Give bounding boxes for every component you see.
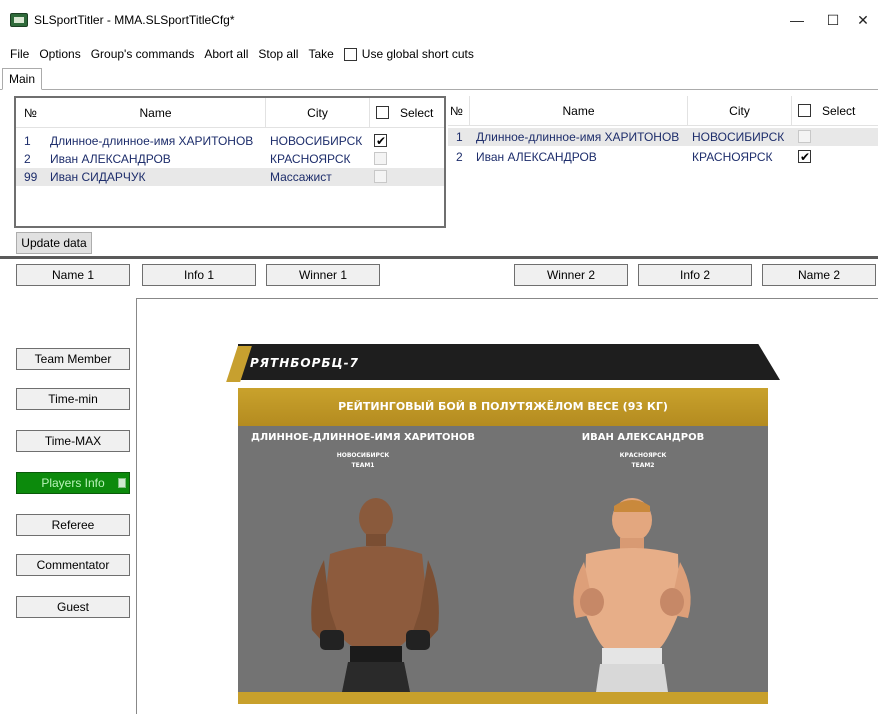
use-global-shortcuts-checkbox[interactable] bbox=[343, 47, 357, 61]
name1-button[interactable]: Name 1 bbox=[16, 264, 130, 286]
row-city: КРАСНОЯРСК bbox=[692, 150, 773, 164]
row-select-checkbox[interactable] bbox=[374, 170, 387, 183]
name2-button[interactable]: Name 2 bbox=[762, 264, 876, 286]
menu-stop-all[interactable]: Stop all bbox=[258, 44, 298, 64]
title-bar: SLSportTitler - MMA.SLSportTitleCfg* — ☐… bbox=[0, 0, 878, 40]
time-max-button[interactable]: Time-MAX bbox=[16, 430, 130, 452]
col-select-header: Select bbox=[822, 104, 856, 118]
table-row[interactable]: 1 Длинное-длинное-имя ХАРИТОНОВ НОВОСИБИ… bbox=[448, 128, 878, 146]
menu-file[interactable]: File bbox=[10, 44, 29, 64]
use-global-shortcuts-label: Use global short cuts bbox=[361, 47, 474, 61]
col-num-header: № bbox=[450, 96, 470, 126]
row-name: Длинное-длинное-имя ХАРИТОНОВ bbox=[476, 130, 680, 144]
row-num: 99 bbox=[24, 170, 38, 184]
row-select-checkbox[interactable] bbox=[798, 130, 811, 143]
players-info-button[interactable]: Players Info bbox=[16, 472, 130, 494]
window-title: SLSportTitler - MMA.SLSportTitleCfg* bbox=[34, 13, 235, 27]
col-name-header: Name bbox=[46, 98, 266, 128]
time-min-button[interactable]: Time-min bbox=[16, 388, 130, 410]
row-num: 1 bbox=[456, 130, 463, 144]
fighter1-city: НОВОСИБИРСК bbox=[336, 452, 390, 459]
row-name: Длинное-длинное-имя ХАРИТОНОВ bbox=[50, 134, 254, 148]
bottom-band bbox=[238, 692, 768, 704]
select-all-checkbox[interactable] bbox=[376, 106, 389, 119]
guest-button[interactable]: Guest bbox=[16, 596, 130, 618]
table-row[interactable]: 1 Длинное-длинное-имя ХАРИТОНОВ НОВОСИБИ… bbox=[16, 132, 444, 150]
referee-button[interactable]: Referee bbox=[16, 514, 130, 536]
row-num: 2 bbox=[456, 150, 463, 164]
splitter[interactable] bbox=[0, 256, 878, 259]
row-num: 1 bbox=[24, 134, 31, 148]
app-icon bbox=[10, 13, 28, 27]
fighter2-team: TEAM2 bbox=[631, 462, 655, 469]
row-city: НОВОСИБИРСК bbox=[270, 134, 363, 148]
row-name: Иван АЛЕКСАНДРОВ bbox=[476, 150, 597, 164]
table-row[interactable]: 2 Иван АЛЕКСАНДРОВ КРАСНОЯРСК bbox=[448, 148, 878, 166]
bout-title: РЕЙТИНГОВЫЙ БОЙ В ПОЛУТЯЖЁЛОМ ВЕСЕ (93 К… bbox=[238, 388, 768, 426]
tab-strip: Main bbox=[0, 66, 878, 90]
col-city-header: City bbox=[688, 96, 792, 126]
col-num-header: № bbox=[24, 106, 37, 120]
info1-button[interactable]: Info 1 bbox=[142, 264, 256, 286]
menu-abort-all[interactable]: Abort all bbox=[204, 44, 248, 64]
table-header: № Name City Select bbox=[16, 98, 444, 128]
menu-bar: File Options Group's commands Abort all … bbox=[0, 44, 484, 64]
col-city-header: City bbox=[266, 98, 370, 128]
menu-take[interactable]: Take bbox=[308, 44, 333, 64]
fighter1-name: ДЛИННОЕ-ДЛИННОЕ-ИМЯ ХАРИТОНОВ bbox=[250, 432, 476, 443]
tab-main[interactable]: Main bbox=[2, 68, 43, 90]
row-name: Иван АЛЕКСАНДРОВ bbox=[50, 152, 171, 166]
brand-bar: РЯТНБОРБЦ-7 bbox=[238, 344, 780, 380]
use-global-shortcuts-toggle[interactable]: Use global short cuts bbox=[343, 44, 474, 64]
menu-groups-commands[interactable]: Group's commands bbox=[91, 44, 195, 64]
grip-icon bbox=[118, 478, 126, 488]
fighter1-photo bbox=[311, 498, 439, 692]
brand-logo-text: РЯТНБОРБЦ-7 bbox=[250, 356, 360, 370]
close-button[interactable]: ✕ bbox=[840, 8, 878, 32]
row-num: 2 bbox=[24, 152, 31, 166]
team-member-button[interactable]: Team Member bbox=[16, 348, 130, 370]
info2-button[interactable]: Info 2 bbox=[638, 264, 752, 286]
fighter2-city: КРАСНОЯРСК bbox=[619, 452, 667, 459]
row-select-checkbox[interactable] bbox=[798, 148, 811, 166]
players-table-right: № Name City Select 1 Длинное-длинное-имя… bbox=[448, 96, 878, 196]
winner1-button[interactable]: Winner 1 bbox=[266, 264, 380, 286]
row-select-checkbox[interactable] bbox=[374, 132, 387, 150]
menu-options[interactable]: Options bbox=[39, 44, 80, 64]
commentator-button[interactable]: Commentator bbox=[16, 554, 130, 576]
col-name-header: Name bbox=[470, 96, 688, 126]
row-city: Массажист bbox=[270, 170, 332, 184]
fighter1-team: TEAM1 bbox=[351, 462, 375, 469]
select-all-checkbox[interactable] bbox=[798, 104, 811, 117]
row-select-checkbox[interactable] bbox=[374, 152, 387, 165]
fighters-panel: ДЛИННОЕ-ДЛИННОЕ-ИМЯ ХАРИТОНОВ НОВОСИБИРС… bbox=[238, 426, 768, 692]
fighter2-photo bbox=[573, 498, 691, 692]
fighter2-name: ИВАН АЛЕКСАНДРОВ bbox=[581, 432, 705, 443]
table-row[interactable]: 99 Иван СИДАРЧУК Массажист bbox=[16, 168, 444, 186]
row-city: КРАСНОЯРСК bbox=[270, 152, 351, 166]
broadcast-graphic: РЯТНБОРБЦ-7 РЕЙТИНГОВЫЙ БОЙ В ПОЛУТЯЖЁЛО… bbox=[226, 340, 780, 714]
row-city: НОВОСИБИРСК bbox=[692, 130, 785, 144]
winner2-button[interactable]: Winner 2 bbox=[514, 264, 628, 286]
table-row[interactable]: 2 Иван АЛЕКСАНДРОВ КРАСНОЯРСК bbox=[16, 150, 444, 168]
table-header: № Name City Select bbox=[448, 96, 878, 126]
update-data-button[interactable]: Update data bbox=[16, 232, 92, 254]
players-table-left: № Name City Select 1 Длинное-длинное-имя… bbox=[14, 96, 446, 228]
players-info-label: Players Info bbox=[41, 476, 105, 490]
row-name: Иван СИДАРЧУК bbox=[50, 170, 146, 184]
col-select-header: Select bbox=[400, 106, 434, 120]
